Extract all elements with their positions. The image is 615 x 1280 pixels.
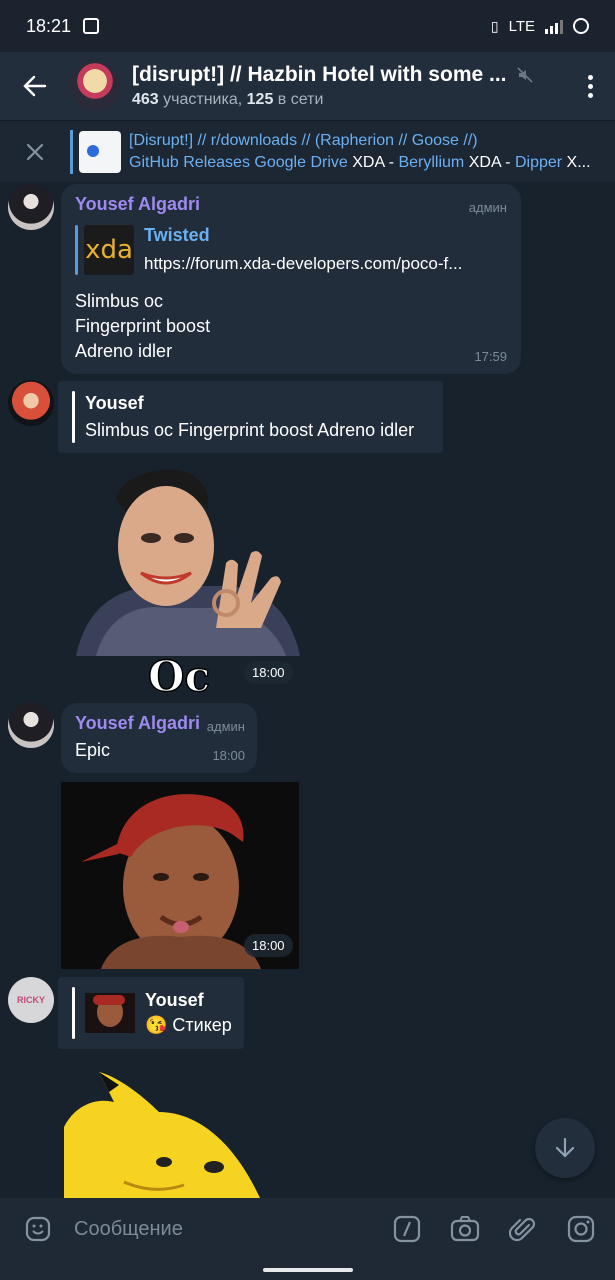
status-bar: 18:21 ▯ LTE <box>0 0 615 52</box>
message-line: Slimbus oc <box>75 291 164 311</box>
slash-command-icon <box>393 1215 421 1243</box>
battery-saver-icon <box>573 18 589 34</box>
pinned-message[interactable]: [Disrupt!] // r/downloads // (Rapherion … <box>0 120 615 182</box>
more-menu-button[interactable] <box>565 74 615 98</box>
pinned-link-github[interactable]: GitHub Releases <box>129 154 250 171</box>
members-count: 463 <box>132 91 159 108</box>
message-input[interactable]: Сообщение <box>74 1218 369 1241</box>
status-time: 18:21 <box>26 15 72 36</box>
reply-preview[interactable]: Yousef Slimbus oc Fingerprint boost Adre… <box>58 381 443 453</box>
bot-commands-button[interactable] <box>387 1209 427 1249</box>
pinned-bar <box>70 129 73 174</box>
link-preview[interactable]: xda Twisted https://forum.xda-developers… <box>75 225 507 275</box>
online-label: в сети <box>277 91 324 108</box>
paperclip-icon <box>509 1217 536 1242</box>
link-title: Twisted <box>144 225 210 245</box>
sticker-caption: Oc <box>147 651 211 702</box>
back-button[interactable] <box>0 52 70 120</box>
close-pinned-button[interactable] <box>0 142 70 162</box>
chat-header: [disrupt!] // Hazbin Hotel with some ...… <box>0 52 615 120</box>
sticker-image[interactable] <box>64 1067 264 1198</box>
avatar[interactable] <box>8 702 54 748</box>
pinned-link-dipper[interactable]: Dipper <box>515 154 562 171</box>
back-arrow-icon <box>23 75 47 97</box>
reply-preview[interactable]: Yousef 😘 Стикер <box>58 977 244 1049</box>
muted-icon <box>516 67 533 83</box>
message-time: 17:59 <box>474 349 507 364</box>
pinned-link-beryllium[interactable]: Beryllium <box>398 154 464 171</box>
sticker-image[interactable] <box>76 468 300 656</box>
arrow-down-icon <box>555 1137 575 1158</box>
pinned-line-2: GitHub Releases Google Drive XDA - Beryl… <box>129 152 609 174</box>
pinned-thumbnail <box>79 130 121 173</box>
pinned-text-xda: XDA <box>347 153 385 171</box>
members-label: участника, <box>163 91 243 108</box>
admin-badge: админ <box>206 719 245 734</box>
camera-icon <box>450 1216 480 1242</box>
signal-icon <box>545 18 563 34</box>
close-icon <box>26 143 44 160</box>
reply-sender: Yousef <box>145 990 204 1010</box>
pinned-link-drive[interactable]: Google Drive <box>250 154 347 171</box>
xda-logo: xda <box>84 225 134 275</box>
pinned-text-dash: - <box>384 153 399 171</box>
network-type: LTE <box>508 17 535 35</box>
reply-text: 😘 Стикер <box>145 1015 232 1035</box>
chat-avatar[interactable] <box>70 61 120 111</box>
scroll-down-button[interactable] <box>535 1118 595 1178</box>
pinned-text-ellipsis: X... <box>562 153 591 171</box>
message-time: 18:00 <box>244 661 293 684</box>
online-count: 125 <box>246 91 274 108</box>
avatar[interactable] <box>8 380 54 426</box>
sticker-emoji-icon <box>25 1216 51 1242</box>
instagram-icon <box>567 1215 595 1243</box>
avatar-label: RICKY <box>16 995 45 1005</box>
avatar[interactable] <box>8 184 54 230</box>
sender-name[interactable]: Yousef Algadri <box>75 194 507 215</box>
photo-message[interactable]: 18:00 <box>61 782 299 969</box>
pinned-text-dash-2: - <box>500 153 515 171</box>
message-line: Adreno idler <box>75 341 173 361</box>
attach-button[interactable] <box>503 1209 543 1249</box>
notification-icon <box>83 18 100 34</box>
reply-text: Slimbus oc Fingerprint boost Adreno idle… <box>85 420 415 440</box>
gesture-bar <box>0 1260 615 1280</box>
chat-title: [disrupt!] // Hazbin Hotel with some ... <box>132 63 507 86</box>
pinned-line-1: [Disrupt!] // r/downloads // (Rapherion … <box>129 131 478 149</box>
message-time: 18:00 <box>244 934 293 957</box>
message-bubble[interactable]: Yousef Algadri админ Epic 18:00 <box>61 703 257 773</box>
instagram-button[interactable] <box>561 1209 601 1249</box>
message-list[interactable]: Yousef Algadri админ xda Twisted https:/… <box>0 182 615 1198</box>
message-input-bar: Сообщение <box>0 1198 615 1260</box>
link-url[interactable]: https://forum.xda-developers.com/poco-f.… <box>144 254 504 274</box>
message-line: Fingerprint boost <box>75 316 211 336</box>
admin-badge: админ <box>468 200 507 215</box>
chat-subtitle: 463 участника, 125 в сети <box>132 91 565 109</box>
chat-info[interactable]: [disrupt!] // Hazbin Hotel with some ...… <box>132 63 565 109</box>
pinned-text-xda-2: XDA <box>464 153 501 171</box>
message-time: 18:00 <box>212 748 245 763</box>
reply-thumbnail <box>85 993 135 1033</box>
vibrate-icon: ▯ <box>490 17 499 34</box>
emoji-button[interactable] <box>18 1209 58 1249</box>
message-bubble[interactable]: Yousef Algadri админ xda Twisted https:/… <box>61 184 521 374</box>
avatar[interactable]: RICKY <box>8 977 54 1023</box>
reply-sender: Yousef <box>85 393 144 413</box>
camera-button[interactable] <box>445 1209 485 1249</box>
